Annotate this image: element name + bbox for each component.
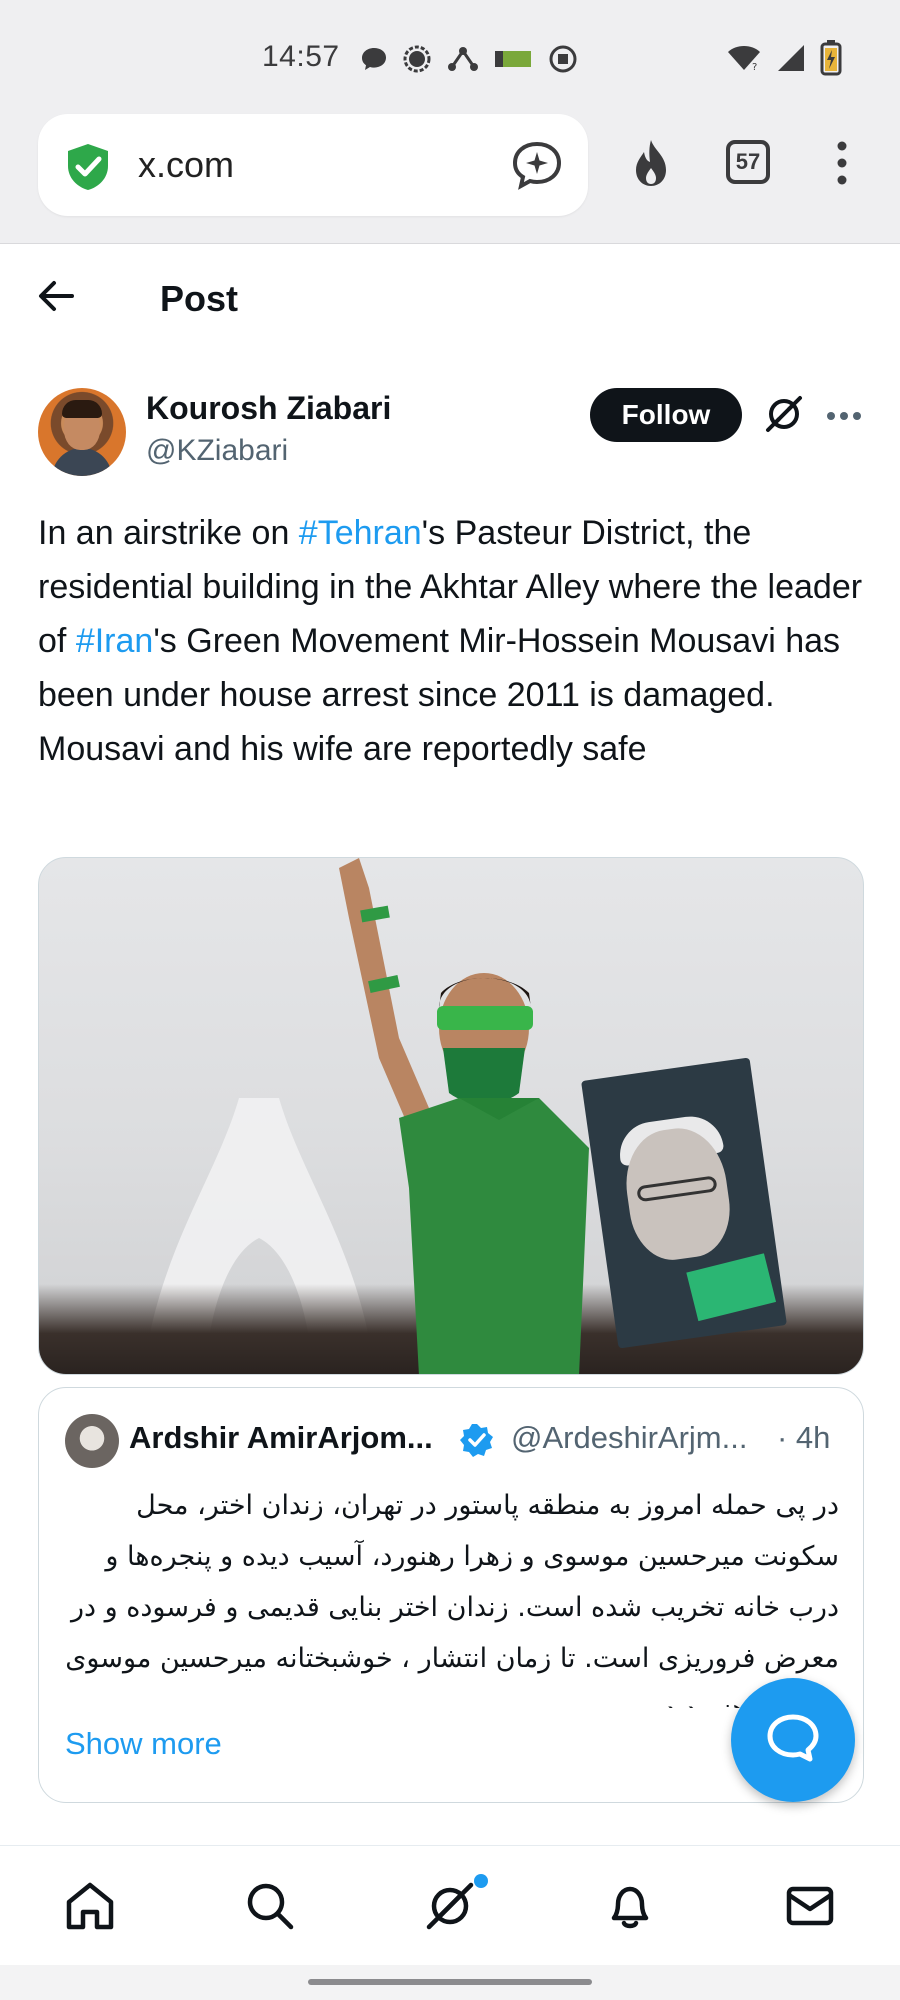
- status-bar: 14:57 ?: [0, 0, 900, 110]
- bottom-navigation: [0, 1845, 900, 1965]
- hashtag-link[interactable]: #Iran: [76, 622, 154, 660]
- address-bar[interactable]: x.com: [38, 114, 588, 216]
- quoted-author-avatar[interactable]: [65, 1414, 119, 1468]
- hashtag-link[interactable]: #Tehran: [299, 514, 422, 552]
- status-system-icons: ?: [726, 40, 842, 81]
- grok-icon[interactable]: [764, 394, 804, 439]
- fire-icon[interactable]: [628, 138, 674, 193]
- chat-bubble-icon: [766, 1713, 820, 1768]
- post-image[interactable]: [38, 857, 864, 1375]
- cell-signal-icon: [776, 43, 806, 78]
- battery-bar-icon: [494, 48, 534, 75]
- signal-app-icon: [402, 44, 432, 79]
- author-avatar[interactable]: [38, 388, 126, 476]
- quoted-author-handle[interactable]: @ArdeshirArjm...: [511, 1420, 747, 1456]
- tab-switcher-button[interactable]: 57: [726, 140, 770, 184]
- follow-button[interactable]: Follow: [590, 388, 742, 442]
- show-more-link[interactable]: Show more: [65, 1726, 222, 1762]
- verified-badge-icon: [459, 1422, 495, 1463]
- grok-icon[interactable]: [424, 1880, 476, 1937]
- compose-reply-button[interactable]: [731, 1678, 855, 1802]
- messages-icon[interactable]: [784, 1880, 836, 1937]
- quoted-post-time: · 4h: [777, 1420, 831, 1455]
- search-icon[interactable]: [244, 1880, 296, 1937]
- gesture-bar: [0, 1965, 900, 2000]
- shield-check-icon[interactable]: [64, 142, 112, 197]
- kebab-menu-icon[interactable]: [834, 140, 850, 191]
- page-title: Post: [160, 278, 239, 319]
- wifi-icon: ?: [726, 44, 762, 77]
- post-header: Post: [0, 244, 900, 354]
- svg-text:?: ?: [752, 62, 757, 72]
- poster-image: [581, 1057, 787, 1349]
- route-icon: [446, 45, 480, 78]
- battery-charging-icon: [820, 40, 842, 81]
- quoted-post-text: در پی حمله امروز به منطقه پاستور در تهرا…: [65, 1490, 839, 1708]
- status-time: 14:57: [262, 40, 340, 73]
- author-handle[interactable]: @KZiabari: [146, 434, 288, 468]
- grok-notification-dot: [474, 1874, 488, 1888]
- post-text: In an airstrike on #Tehran's Pasteur Dis…: [38, 514, 863, 768]
- chat-bubble-icon: [360, 46, 388, 77]
- more-options-icon[interactable]: [826, 408, 862, 426]
- back-arrow-icon[interactable]: [36, 278, 76, 319]
- url-text[interactable]: x.com: [138, 144, 234, 186]
- vpn-icon: [548, 44, 578, 79]
- status-notification-icons: [360, 44, 578, 79]
- quoted-author-name[interactable]: Ardshir AmirArjom...: [129, 1420, 433, 1456]
- home-gesture-pill[interactable]: [308, 1979, 592, 1985]
- browser-toolbar: x.com 57: [0, 110, 900, 244]
- tab-count: 57: [735, 149, 761, 174]
- notifications-icon[interactable]: [604, 1880, 656, 1937]
- home-icon[interactable]: [64, 1880, 116, 1937]
- author-name[interactable]: Kourosh Ziabari: [146, 390, 391, 427]
- ai-chat-icon[interactable]: [510, 138, 564, 197]
